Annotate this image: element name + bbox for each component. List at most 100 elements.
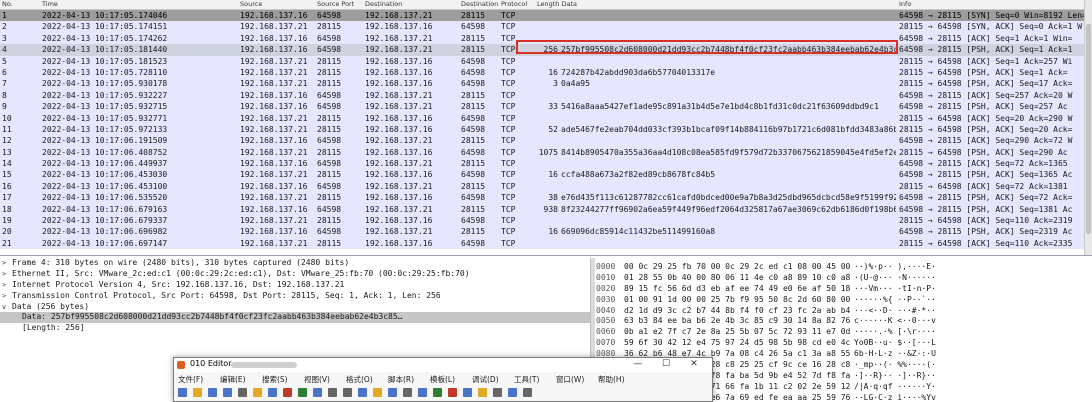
packet-time: 2022-04-13 10:17:05.972133 — [42, 124, 168, 134]
toolbar-button-icon[interactable] — [313, 388, 322, 397]
toolbar-button-icon[interactable] — [193, 388, 202, 397]
table-row[interactable]: 6 2022-04-13 10:17:05.728110 192.168.137.2… — [0, 66, 1085, 79]
editor-menu-item[interactable]: 窗口(W) — [556, 374, 584, 385]
toolbar-button-icon[interactable] — [493, 388, 502, 397]
detail-row[interactable]: > Ethernet II, Src: VMware_2c:ed:c1 (00:0… — [0, 269, 590, 280]
packet-info: 64598 → 28115 [ACK] Seq=257 Ack=20 W — [899, 90, 1073, 100]
detail-row[interactable]: > Internet Protocol Version 4, Src: 192.1… — [0, 280, 590, 291]
packet-time: 2022-04-13 10:17:06.696982 — [42, 227, 168, 237]
packet-no: 3 — [2, 33, 7, 43]
editor-menu-item[interactable]: 视图(V) — [304, 374, 330, 385]
collapse-arrow-icon[interactable]: > — [2, 280, 10, 291]
toolbar-button-icon[interactable] — [343, 388, 352, 397]
editor-titlebar[interactable]: 010 Editor - — ☐ ✕ — [174, 358, 712, 372]
editor-menu-item[interactable]: 脚本(R) — [388, 374, 414, 385]
toolbar-button-icon[interactable] — [433, 388, 442, 397]
toolbar-button-icon[interactable] — [358, 388, 367, 397]
col-protocol[interactable]: Protocol — [501, 0, 527, 8]
col-destination[interactable]: Destination — [365, 0, 402, 8]
editor-menu-item[interactable]: 模板(L) — [430, 374, 455, 385]
toolbar-button-icon[interactable] — [283, 388, 292, 397]
packet-info: 64598 → 28115 [PSH, ACK] Seq=1365 Ac — [899, 170, 1073, 180]
toolbar-button-icon[interactable] — [178, 388, 187, 397]
editor-menu-item[interactable]: 调试(D) — [472, 374, 499, 385]
table-row[interactable]: 20 2022-04-13 10:17:06.696982 192.168.137.… — [0, 226, 1085, 238]
packet-list-scrollbar[interactable] — [1084, 0, 1092, 255]
toolbar-button-icon[interactable] — [268, 388, 277, 397]
collapse-arrow-icon[interactable]: > — [2, 258, 10, 269]
toolbar-button-icon[interactable] — [403, 388, 412, 397]
packet-destination: 192.168.137.16 — [365, 113, 433, 123]
packet-time: 2022-04-13 10:17:05.728110 — [42, 67, 168, 77]
table-row[interactable]: 21 2022-04-13 10:17:06.697147 192.168.137.… — [0, 237, 1085, 250]
editor-menu-item[interactable]: 帮助(H) — [598, 374, 625, 385]
table-row[interactable]: 10 2022-04-13 10:17:05.932771 192.168.137.… — [0, 112, 1085, 124]
toolbar-button-icon[interactable] — [298, 388, 307, 397]
packet-time: 2022-04-13 10:17:05.181523 — [42, 56, 168, 66]
toolbar-button-icon[interactable] — [208, 388, 217, 397]
maximize-button[interactable]: ☐ — [653, 358, 679, 372]
toolbar-button-icon[interactable] — [463, 388, 472, 397]
packet-destination-port: 64598 — [461, 238, 486, 248]
toolbar-button-icon[interactable] — [478, 388, 487, 397]
table-row[interactable]: 14 2022-04-13 10:17:06.449937 192.168.137.… — [0, 158, 1085, 170]
packet-length — [520, 135, 558, 146]
detail-row[interactable]: Data: 257bf995508c2d608000d21dd93cc2b744… — [0, 312, 590, 324]
editor-menu-item[interactable]: 编辑(E) — [220, 374, 246, 385]
table-row[interactable]: 9 2022-04-13 10:17:05.932715 192.168.137.1… — [0, 101, 1085, 113]
editor-menu-item[interactable]: 搜索(S) — [262, 374, 288, 385]
detail-row[interactable]: [Length: 256] — [0, 323, 590, 334]
col-no[interactable]: No. — [2, 0, 13, 8]
col-source[interactable]: Source — [240, 0, 262, 8]
table-row[interactable]: 18 2022-04-13 10:17:06.679163 192.168.137.… — [0, 203, 1085, 216]
editor-menu-item[interactable]: 工具(T) — [514, 374, 539, 385]
packet-list[interactable]: No. Time Source Source Port Destination … — [0, 0, 1092, 256]
table-row[interactable]: 5 2022-04-13 10:17:05.181523 192.168.137.2… — [0, 55, 1085, 67]
packet-no: 9 — [2, 102, 7, 112]
toolbar-button-icon[interactable] — [373, 388, 382, 397]
close-button[interactable]: ✕ — [681, 358, 707, 372]
col-source-port[interactable]: Source Port — [317, 0, 354, 8]
packet-destination-port: 28115 — [461, 204, 486, 214]
col-destination-port[interactable]: Destination — [461, 0, 498, 8]
packet-info: 64598 → 28115 [ACK] Seq=290 Ack=72 W — [899, 136, 1073, 146]
detail-row[interactable]: > Frame 4: 310 bytes on wire (2480 bits),… — [0, 258, 590, 269]
toolbar-button-icon[interactable] — [328, 388, 337, 397]
col-info[interactable]: Info — [899, 0, 911, 8]
table-row[interactable]: 1 2022-04-13 10:17:05.174046 192.168.137.1… — [0, 10, 1085, 22]
table-row[interactable]: 13 2022-04-13 10:17:06.408752 192.168.137.… — [0, 146, 1085, 159]
table-row[interactable]: 19 2022-04-13 10:17:06.679337 192.168.137.… — [0, 215, 1085, 227]
toolbar-button-icon[interactable] — [418, 388, 427, 397]
editor-window[interactable]: 010 Editor - — ☐ ✕ 文件(F) 编辑(E) 搜索(S) 视图(V) 格… — [173, 357, 713, 402]
toolbar-button-icon[interactable] — [508, 388, 517, 397]
col-length-data[interactable]: Length Data — [537, 0, 577, 8]
packet-data: ade5467fe2eab704dd033cf393b1bcaf09f14b88… — [561, 124, 896, 134]
editor-menu-item[interactable]: 文件(F) — [178, 374, 203, 385]
table-row[interactable]: 17 2022-04-13 10:17:06.535520 192.168.137.… — [0, 192, 1085, 204]
table-row[interactable]: 8 2022-04-13 10:17:05.932227 192.168.137.1… — [0, 89, 1085, 102]
expand-arrow-icon[interactable]: v — [2, 302, 10, 313]
table-row[interactable]: 15 2022-04-13 10:17:06.453030 192.168.137.… — [0, 169, 1085, 181]
collapse-arrow-icon[interactable]: > — [2, 269, 10, 280]
editor-menu-item[interactable]: 格式(O) — [346, 374, 373, 385]
table-row[interactable]: 16 2022-04-13 10:17:06.453100 192.168.137.… — [0, 180, 1085, 193]
byte-ascii: ···<··D· ···#·*·· — [854, 305, 936, 315]
table-row[interactable]: 2 2022-04-13 10:17:05.174151 192.168.137.2… — [0, 21, 1085, 33]
scrollbar-thumb[interactable] — [1086, 24, 1091, 234]
table-row[interactable]: 7 2022-04-13 10:17:05.930178 192.168.137.2… — [0, 78, 1085, 90]
table-row[interactable]: 12 2022-04-13 10:17:06.191509 192.168.137.… — [0, 135, 1085, 147]
toolbar-button-icon[interactable] — [448, 388, 457, 397]
table-row[interactable]: 11 2022-04-13 10:17:05.972133 192.168.137.… — [0, 123, 1085, 136]
packet-destination-port: 28115 — [461, 102, 486, 112]
toolbar-button-icon[interactable] — [253, 388, 262, 397]
detail-row[interactable]: > Transmission Control Protocol, Src Port… — [0, 291, 590, 302]
minimize-button[interactable]: — — [625, 358, 651, 372]
toolbar-button-icon[interactable] — [238, 388, 247, 397]
toolbar-button-icon[interactable] — [223, 388, 232, 397]
toolbar-button-icon[interactable] — [523, 388, 532, 397]
col-time[interactable]: Time — [42, 0, 58, 8]
toolbar-button-icon[interactable] — [388, 388, 397, 397]
packet-source-port: 64598 — [317, 33, 342, 43]
detail-row[interactable]: v Data (256 bytes) — [0, 302, 590, 313]
collapse-arrow-icon[interactable]: > — [2, 291, 10, 302]
